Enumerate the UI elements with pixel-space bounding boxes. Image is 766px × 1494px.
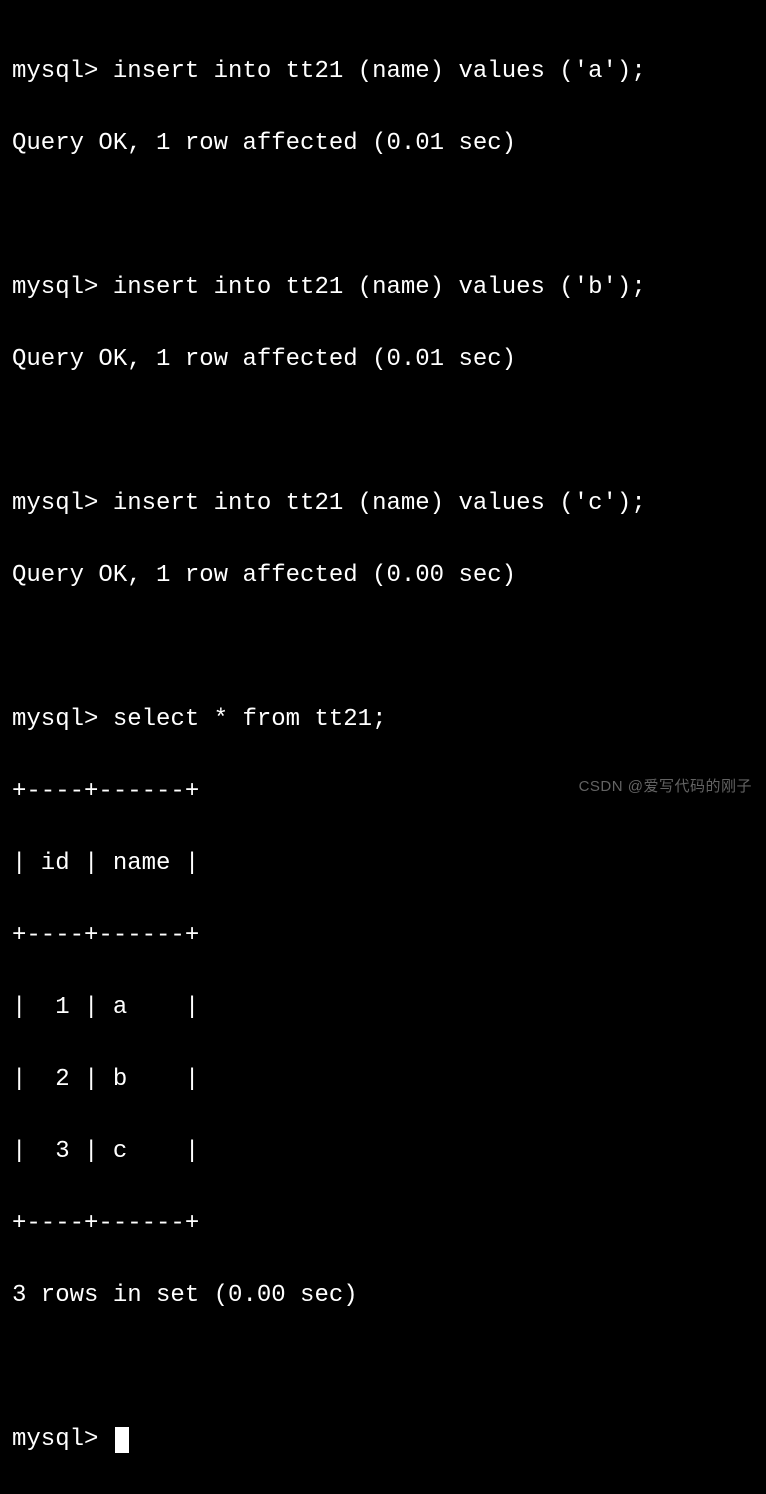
active-prompt-line[interactable]: mysql> xyxy=(12,1422,754,1458)
watermark-text: CSDN @爱写代码的刚子 xyxy=(579,776,752,799)
summary-line: 3 rows in set (0.00 sec) xyxy=(12,1278,754,1314)
table-border: +----+------+ xyxy=(12,918,754,954)
blank-line xyxy=(12,1350,754,1386)
table-row: | 1 | a | xyxy=(12,990,754,1026)
blank-line xyxy=(12,630,754,666)
result-line-2: Query OK, 1 row affected (0.01 sec) xyxy=(12,342,754,378)
table-border: +----+------+ xyxy=(12,1206,754,1242)
result-line-1: Query OK, 1 row affected (0.01 sec) xyxy=(12,126,754,162)
command-text: insert into tt21 (name) values ('b'); xyxy=(113,274,646,301)
mysql-prompt: mysql> xyxy=(12,58,98,85)
cursor-icon xyxy=(115,1427,129,1453)
table-row: | 2 | b | xyxy=(12,1062,754,1098)
table-row: | 3 | c | xyxy=(12,1134,754,1170)
command-text: insert into tt21 (name) values ('c'); xyxy=(113,490,646,517)
command-text: insert into tt21 (name) values ('a'); xyxy=(113,58,646,85)
blank-line xyxy=(12,198,754,234)
insert-line-2: mysql> insert into tt21 (name) values ('… xyxy=(12,270,754,306)
mysql-prompt: mysql> xyxy=(12,706,98,733)
result-line-3: Query OK, 1 row affected (0.00 sec) xyxy=(12,558,754,594)
table-header: | id | name | xyxy=(12,846,754,882)
mysql-prompt: mysql> xyxy=(12,1426,98,1453)
select-line: mysql> select * from tt21; xyxy=(12,702,754,738)
blank-line xyxy=(12,414,754,450)
command-text: select * from tt21; xyxy=(113,706,387,733)
mysql-prompt: mysql> xyxy=(12,490,98,517)
insert-line-3: mysql> insert into tt21 (name) values ('… xyxy=(12,486,754,522)
mysql-prompt: mysql> xyxy=(12,274,98,301)
terminal-output: mysql> insert into tt21 (name) values ('… xyxy=(12,18,754,1494)
insert-line-1: mysql> insert into tt21 (name) values ('… xyxy=(12,54,754,90)
